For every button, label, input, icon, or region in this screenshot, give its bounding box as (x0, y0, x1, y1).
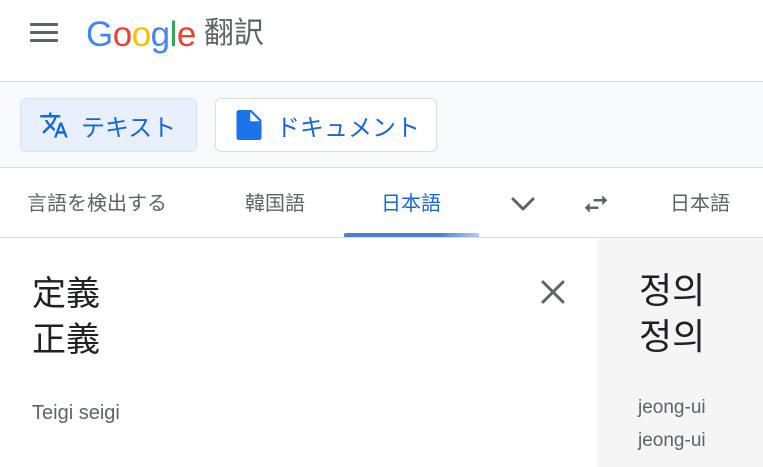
logo-letter-l: l (169, 14, 178, 54)
documents-mode-label: ドキュメント (276, 113, 420, 142)
target-language-japanese-tab[interactable]: 日本語 (670, 169, 730, 238)
document-icon (234, 110, 264, 140)
swap-languages-icon[interactable] (580, 189, 612, 219)
logo-letter-o1: o (112, 14, 132, 54)
logo-letter-e: e (176, 14, 196, 54)
language-selector-bar: 言語を検出する 韓国語 日本語 日本語 (0, 169, 763, 238)
translation-mode-bar: テキスト ドキュメント (0, 83, 763, 168)
google-translate-logo[interactable]: Google 翻訳 (86, 12, 264, 56)
top-app-bar: Google 翻訳 (0, 0, 763, 82)
documents-mode-button[interactable]: ドキュメント (215, 98, 437, 152)
logo-letter-o2: o (131, 14, 151, 54)
translate-icon (39, 110, 69, 140)
logo-letter-g2: g (150, 14, 170, 54)
source-text-input[interactable]: 定義 正義 (32, 271, 100, 363)
translation-output-pane: 정의 정의 jeong-ui jeong-ui (597, 239, 763, 467)
source-language-japanese-tab[interactable]: 日本語 (381, 169, 441, 238)
logo-letter-g: G (86, 14, 113, 54)
hamburger-menu-icon[interactable] (30, 23, 58, 43)
close-icon[interactable] (538, 277, 568, 307)
google-wordmark: Google (86, 17, 196, 52)
detect-language-tab[interactable]: 言語を検出する (27, 169, 167, 238)
source-language-korean-tab[interactable]: 韓国語 (245, 169, 305, 238)
product-name: 翻訳 (203, 16, 264, 51)
text-mode-label: テキスト (81, 113, 177, 142)
text-mode-button[interactable]: テキスト (20, 98, 197, 152)
translation-romanization: jeong-ui jeong-ui (638, 397, 706, 451)
source-text-pane[interactable]: 定義 正義 Teigi seigi (0, 239, 597, 467)
translation-output-text: 정의 정의 (639, 271, 706, 358)
source-romanization: Teigi seigi (32, 402, 120, 424)
selected-language-indicator (344, 233, 479, 237)
chevron-down-icon[interactable] (508, 191, 538, 217)
